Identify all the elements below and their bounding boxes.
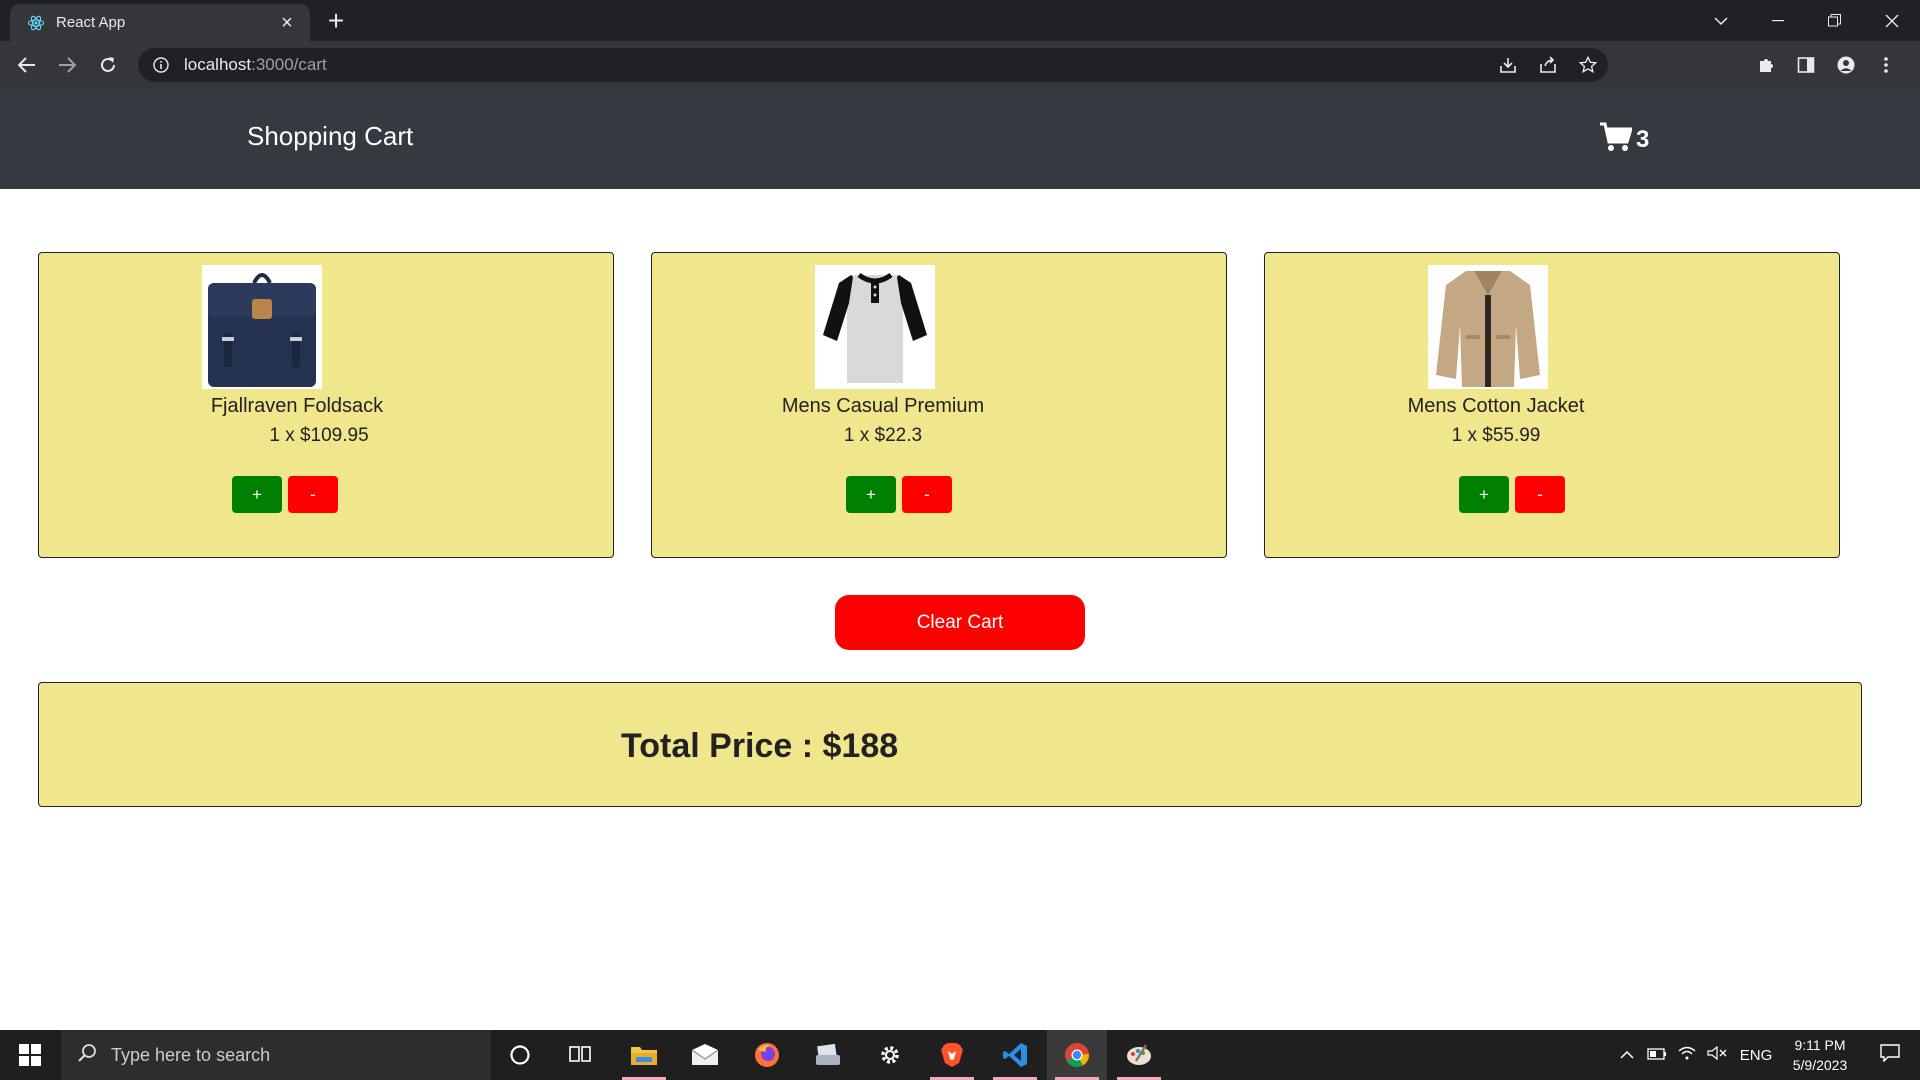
product-qty-price: 1 x $109.95 <box>269 425 369 446</box>
search-placeholder: Type here to search <box>111 1044 271 1065</box>
cart-count-badge: 3 <box>1636 125 1650 153</box>
bookmark-star-icon[interactable] <box>1568 56 1608 74</box>
new-tab-button[interactable]: + <box>322 7 350 36</box>
product-name: Mens Casual Premium <box>781 395 985 417</box>
tab-title: React App <box>56 14 126 31</box>
windows-start-icon[interactable] <box>0 1030 60 1080</box>
share-icon[interactable] <box>1528 56 1568 74</box>
cart-item-card: Mens Cotton Jacket 1 x $55.99 + - <box>1264 252 1840 558</box>
clear-cart-button[interactable]: Clear Cart <box>835 595 1085 650</box>
clock[interactable]: 9:11 PM 5/9/2023 <box>1780 1035 1860 1075</box>
url-path: :3000/cart <box>251 55 327 74</box>
side-panel-icon[interactable] <box>1786 51 1826 79</box>
language-indicator[interactable]: ENG <box>1732 1047 1780 1064</box>
shopping-cart-icon <box>1600 122 1634 157</box>
increase-qty-button[interactable]: + <box>1459 476 1509 513</box>
windows-taskbar: Type here to search ENG 9:11 PM 5/9/2023 <box>0 1030 1920 1080</box>
chevron-up-icon[interactable] <box>1612 1047 1642 1064</box>
file-explorer-icon[interactable] <box>614 1030 674 1080</box>
product-image-backpack <box>202 265 322 389</box>
profile-avatar-icon[interactable] <box>1826 51 1866 79</box>
search-icon <box>77 1043 97 1068</box>
volume-muted-icon[interactable] <box>1702 1045 1732 1064</box>
extensions-puzzle-icon[interactable] <box>1746 51 1786 79</box>
decrease-qty-button[interactable]: - <box>1515 476 1565 513</box>
url-host: localhost <box>184 55 252 74</box>
increase-qty-button[interactable]: + <box>232 476 282 513</box>
system-tray: ENG 9:11 PM 5/9/2023 <box>1612 1030 1920 1080</box>
close-window-button[interactable] <box>1863 0 1920 41</box>
decrease-qty-button[interactable]: - <box>288 476 338 513</box>
wifi-icon[interactable] <box>1672 1046 1702 1064</box>
product-name: Fjallraven Foldsack <box>210 395 384 417</box>
task-view-icon[interactable] <box>550 1030 610 1080</box>
settings-gear-icon[interactable] <box>860 1030 920 1080</box>
product-image-tshirt <box>815 265 935 389</box>
browser-tab[interactable]: React App × <box>10 4 310 41</box>
site-info-icon[interactable] <box>152 56 170 74</box>
product-qty-price: 1 x $22.3 <box>843 425 923 446</box>
page-title[interactable]: Shopping Cart <box>247 121 413 152</box>
decrease-qty-button[interactable]: - <box>902 476 952 513</box>
increase-qty-button[interactable]: + <box>846 476 896 513</box>
mail-icon[interactable] <box>675 1030 735 1080</box>
total-panel: Total Price : $188 <box>38 682 1862 807</box>
forward-arrow-icon[interactable] <box>53 51 81 79</box>
minimize-button[interactable] <box>1749 0 1806 41</box>
battery-icon[interactable] <box>1642 1047 1672 1064</box>
firefox-icon[interactable] <box>737 1030 797 1080</box>
tab-close-icon[interactable]: × <box>276 13 298 33</box>
browser-tab-strip: React App × + <box>0 0 1920 41</box>
browser-toolbar: localhost:3000/cart <box>0 41 1920 89</box>
chrome-icon[interactable] <box>1047 1030 1107 1080</box>
scanner-app-icon[interactable] <box>798 1030 858 1080</box>
clock-date: 5/9/2023 <box>1792 1057 1848 1073</box>
taskbar-search-box[interactable]: Type here to search <box>61 1030 491 1080</box>
app-navbar: Shopping Cart 3 <box>0 89 1920 189</box>
cortana-icon[interactable] <box>490 1030 550 1080</box>
back-arrow-icon[interactable] <box>13 51 41 79</box>
clock-time: 9:11 PM <box>1794 1037 1846 1053</box>
total-price: Total Price : $188 <box>621 727 899 765</box>
react-logo-icon <box>26 13 46 33</box>
paint-app-icon[interactable] <box>1109 1030 1169 1080</box>
cart-item-card: Mens Casual Premium 1 x $22.3 + - <box>651 252 1227 558</box>
product-qty-price: 1 x $55.99 <box>1451 425 1541 446</box>
vscode-icon[interactable] <box>985 1030 1045 1080</box>
restore-button[interactable] <box>1806 0 1863 41</box>
cart-item-card: Fjallraven Foldsack 1 x $109.95 + - <box>38 252 614 558</box>
brave-browser-icon[interactable] <box>922 1030 982 1080</box>
chrome-menu-icon[interactable] <box>1866 51 1906 79</box>
address-bar[interactable]: localhost:3000/cart <box>138 48 1608 82</box>
install-app-icon[interactable] <box>1488 56 1528 74</box>
notifications-icon[interactable] <box>1860 1044 1920 1066</box>
product-name: Mens Cotton Jacket <box>1407 395 1585 417</box>
reload-icon[interactable] <box>94 51 122 79</box>
cart-link[interactable]: 3 <box>1600 122 1649 157</box>
tab-search-chevron-icon[interactable] <box>1692 0 1749 41</box>
product-image-jacket <box>1428 265 1548 389</box>
